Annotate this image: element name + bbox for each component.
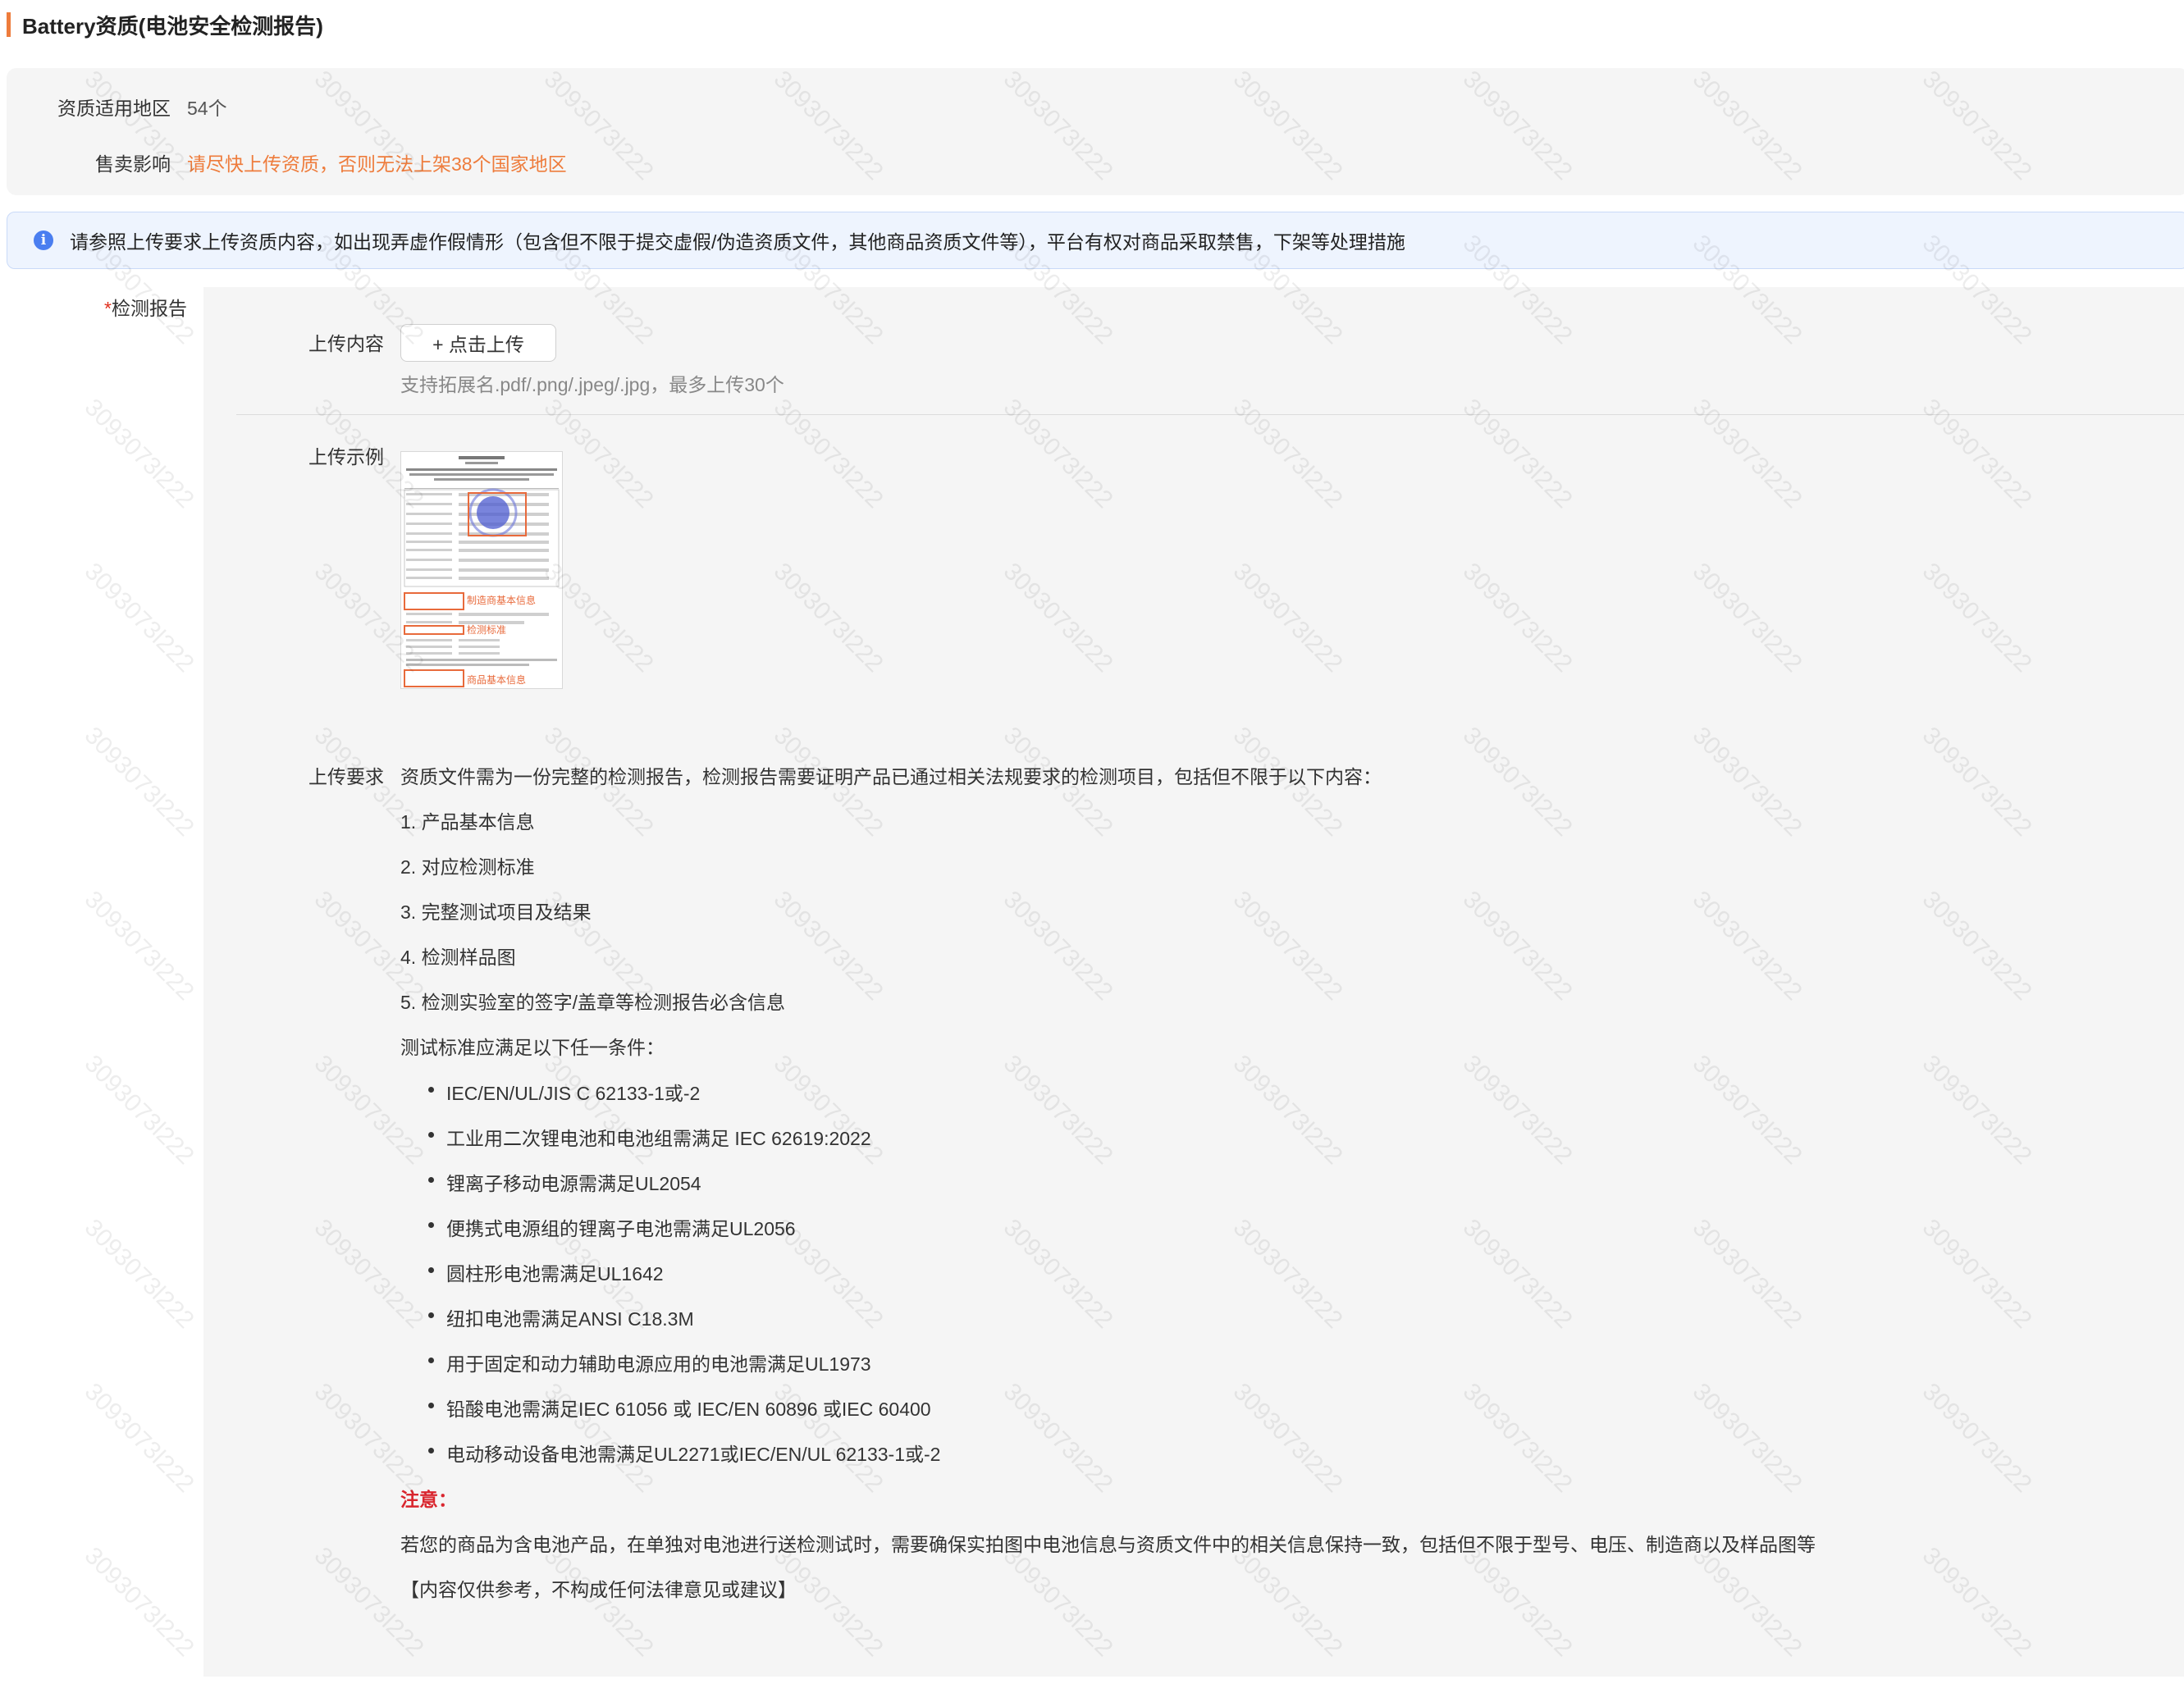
example-report-thumbnail[interactable]: 制造商基本信息 检测标准 商品基本信息	[400, 451, 563, 689]
report-preview-graphic: 制造商基本信息 检测标准 商品基本信息	[401, 452, 562, 688]
standard-item: 电动移动设备电池需满足UL2271或IEC/EN/UL 62133-1或-2	[427, 1439, 940, 1467]
watermark-text: 3093073l222	[79, 558, 199, 678]
region-label: 资质适用地区	[57, 98, 171, 119]
requirement-item: 3. 完整测试项目及结果	[400, 901, 592, 923]
requirement-item: 5. 检测实验室的签字/盖章等检测报告必含信息	[400, 992, 785, 1013]
watermark-text: 3093073l222	[79, 1050, 199, 1170]
impact-row: 售卖影响 请尽快上传资质，否则无法上架38个国家地区	[7, 148, 567, 176]
section-title-text: Battery资质(电池安全检测报告)	[22, 13, 323, 39]
qualification-info-panel: 资质适用地区 54个 售卖影响 请尽快上传资质，否则无法上架38个国家地区	[7, 68, 2184, 195]
upload-content-panel: 上传内容 + 点击上传 支持拓展名.pdf/.png/.jpeg/.jpg，最多…	[203, 287, 2184, 1677]
standards-intro: 测试标准应满足以下任一条件：	[400, 1037, 665, 1058]
impact-value: 请尽快上传资质，否则无法上架38个国家地区	[187, 153, 567, 175]
watermark-text: 3093073l222	[79, 394, 199, 514]
requirements-intro: 资质文件需为一份完整的检测报告，检测报告需要证明产品已通过相关法规要求的检测项目…	[400, 766, 1382, 787]
impact-label: 售卖影响	[95, 153, 171, 175]
watermark-text: 3093073l222	[79, 1214, 199, 1335]
notice-banner: i 请参照上传要求上传资质内容，如出现弄虚作假情形（包含但不限于提交虚假/伪造资…	[7, 212, 2184, 269]
requirement-item: 2. 对应检测标准	[400, 856, 535, 878]
field-label: *检测报告	[0, 293, 187, 321]
region-value: 54个	[187, 98, 227, 119]
upload-content-label: 上传内容	[308, 333, 384, 354]
watermark-text: 3093073l222	[79, 722, 199, 842]
upload-requirements-label: 上传要求	[308, 766, 384, 787]
upload-example-label: 上传示例	[308, 446, 384, 468]
upload-button[interactable]: + 点击上传	[400, 324, 556, 362]
standard-item: 锂离子移动电源需满足UL2054	[428, 1168, 701, 1196]
standard-item: 纽扣电池需满足ANSI C18.3M	[428, 1303, 694, 1331]
note-title: 注意：	[400, 1489, 457, 1510]
field-label-text: 检测报告	[112, 298, 187, 319]
standard-item: 圆柱形电池需满足UL1642	[428, 1258, 664, 1286]
standard-item: 铅酸电池需满足IEC 61056 或 IEC/EN 60896 或IEC 604…	[428, 1394, 931, 1421]
watermark-text: 3093073l222	[79, 886, 199, 1006]
info-icon: i	[34, 230, 53, 250]
divider	[236, 414, 2184, 415]
standard-item: 用于固定和动力辅助电源应用的电池需满足UL1973	[428, 1348, 871, 1376]
notice-text: 请参照上传要求上传资质内容，如出现弄虚作假情形（包含但不限于提交虚假/伪造资质文…	[70, 231, 1405, 253]
disclaimer: 【内容仅供参考，不构成任何法律意见或建议】	[400, 1579, 797, 1600]
required-mark: *	[104, 298, 112, 319]
section-title: Battery资质(电池安全检测报告)	[7, 10, 323, 39]
requirement-item: 4. 检测样品图	[400, 947, 516, 968]
annotation-product: 商品基本信息	[467, 673, 526, 686]
watermark-text: 3093073l222	[79, 1378, 199, 1499]
standard-item: IEC/EN/UL/JIS C 62133-1或-2	[427, 1078, 700, 1106]
watermark-text: 3093073l222	[79, 1542, 199, 1663]
note-text: 若您的商品为含电池产品，在单独对电池进行送检测试时，需要确保实拍图中电池信息与资…	[400, 1534, 1816, 1555]
annotation-standard: 检测标准	[467, 623, 506, 636]
requirement-item: 1. 产品基本信息	[400, 811, 535, 833]
annotation-manufacturer: 制造商基本信息	[467, 594, 536, 606]
title-accent-bar	[7, 12, 11, 37]
standard-item: 工业用二次锂电池和电池组需满足 IEC 62619:2022	[428, 1123, 871, 1151]
upload-hint: 支持拓展名.pdf/.png/.jpeg/.jpg，最多上传30个	[400, 374, 784, 395]
standard-item: 便携式电源组的锂离子电池需满足UL2056	[428, 1213, 796, 1241]
region-row: 资质适用地区 54个	[7, 93, 227, 121]
